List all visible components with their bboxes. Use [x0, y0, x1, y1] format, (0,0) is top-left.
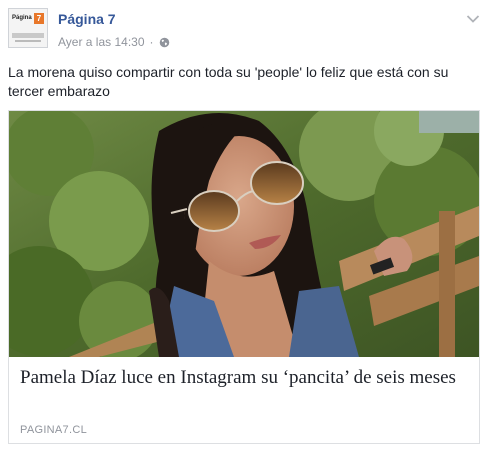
globe-icon[interactable]	[159, 37, 170, 48]
post-message: La morena quiso compartir con toda su 'p…	[8, 64, 449, 99]
link-preview-image[interactable]	[9, 111, 479, 357]
page-name-link[interactable]: Página 7	[58, 11, 116, 27]
avatar-logo-bar	[12, 33, 44, 38]
avatar-logo-bar-small	[15, 40, 41, 42]
page-avatar[interactable]: Página 7	[8, 8, 48, 48]
meta-separator: ·	[149, 35, 154, 49]
avatar-logo-mark: 7	[34, 13, 44, 24]
post-header: Página 7 Página 7 Ayer a las 14:30 ·	[8, 8, 482, 52]
link-headline[interactable]: Pamela Díaz luce en Instagram su ‘pancit…	[20, 366, 468, 390]
avatar-logo-text: Página	[12, 15, 32, 21]
chevron-down-icon[interactable]	[466, 14, 480, 24]
post-timestamp[interactable]: Ayer a las 14:30	[58, 35, 145, 49]
post-meta: Ayer a las 14:30 ·	[58, 35, 170, 49]
facebook-post: Página 7 Página 7 Ayer a las 14:30 · La …	[0, 0, 490, 455]
selfie-photo	[9, 111, 479, 357]
link-preview-card[interactable]: Pamela Díaz luce en Instagram su ‘pancit…	[8, 110, 480, 444]
link-domain: PAGINA7.CL	[20, 424, 87, 436]
